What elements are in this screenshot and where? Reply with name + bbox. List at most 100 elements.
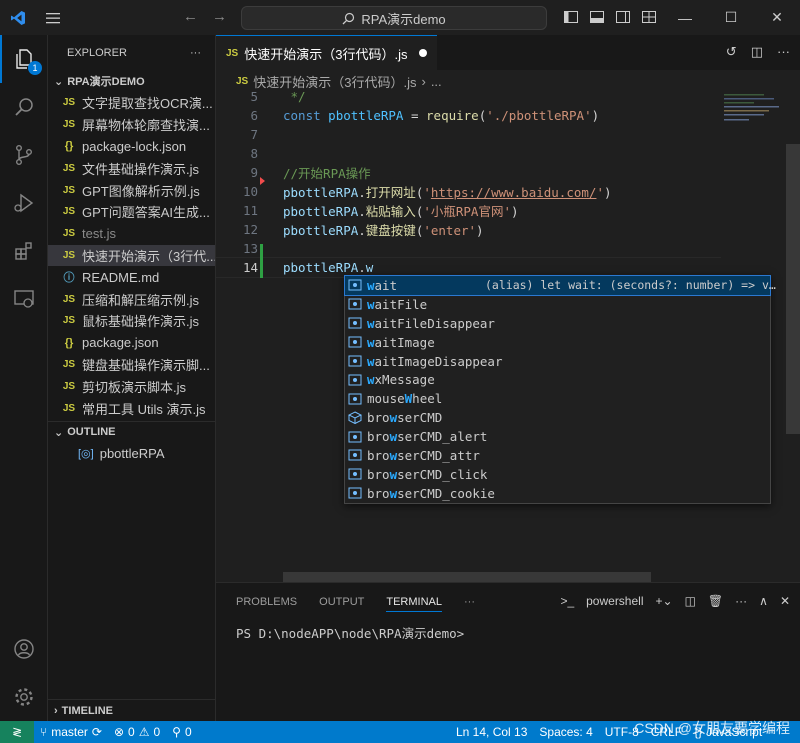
tab-output[interactable]: OUTPUT bbox=[319, 596, 364, 608]
outline-item[interactable]: [◎] pbottleRPA bbox=[48, 443, 215, 465]
suggestion-item[interactable]: w aitFile bbox=[345, 295, 770, 314]
suggestion-item[interactable]: bro w serCMD_alert bbox=[345, 427, 770, 446]
unsaved-dot-icon[interactable] bbox=[419, 49, 428, 57]
run-debug-icon[interactable] bbox=[0, 179, 48, 227]
code-text: pbottleRPA.键盘按键('enter') bbox=[283, 220, 484, 239]
accounts-icon[interactable] bbox=[0, 625, 48, 673]
file-item[interactable]: JS 常用工具 Utils 演示.js bbox=[48, 397, 215, 419]
suggestion-item[interactable]: w aitFileDisappear bbox=[345, 314, 770, 333]
file-name: 屏幕物体轮廓查找演... bbox=[82, 118, 210, 134]
file-item[interactable]: JS 屏幕物体轮廓查找演... bbox=[48, 114, 215, 136]
toggle-sidebar-icon[interactable] bbox=[563, 9, 579, 25]
suggestion-item[interactable]: bro w serCMD_cookie bbox=[345, 484, 770, 503]
field-icon bbox=[347, 448, 363, 462]
ports-indicator[interactable]: ⚲ 0 bbox=[166, 725, 197, 739]
tab-terminal[interactable]: TERMINAL bbox=[386, 596, 442, 612]
tab-label: 快速开始演示（3行代码）.js bbox=[244, 46, 408, 62]
maximize-panel-icon[interactable]: ∧ bbox=[759, 594, 768, 608]
maximize-icon[interactable]: ☐ bbox=[708, 0, 754, 35]
tab-active-file[interactable]: JS 快速开始演示（3行代码）.js bbox=[216, 35, 438, 70]
suggestion-item[interactable]: w xMessage bbox=[345, 370, 770, 389]
close-panel-icon[interactable]: ✕ bbox=[780, 594, 790, 608]
timeline-history-icon[interactable]: ↺ bbox=[726, 44, 737, 60]
extensions-icon[interactable] bbox=[0, 227, 48, 275]
toggle-secondary-sidebar-icon[interactable] bbox=[615, 9, 631, 25]
function-token: 粘贴输入 bbox=[365, 204, 416, 219]
suggestion-item-focused[interactable]: w ait (alias) let wait: (seconds?: number… bbox=[344, 275, 776, 296]
more-actions-icon[interactable]: ··· bbox=[190, 47, 201, 59]
customize-layout-icon[interactable] bbox=[641, 9, 657, 25]
panel-actions: >_ powershell +⌄ ◫ 🗑 ··· ∧ ✕ bbox=[560, 594, 790, 608]
line-number: 12 bbox=[242, 222, 258, 237]
file-item[interactable]: JS 文字提取查找OCR演... bbox=[48, 92, 215, 114]
panel-more-icon[interactable]: ··· bbox=[464, 596, 475, 608]
file-item[interactable]: JS 压缩和解压缩示例.js bbox=[48, 288, 215, 310]
file-item[interactable]: JS test.js bbox=[48, 223, 215, 245]
suggestion-label: ait bbox=[374, 277, 398, 293]
function-token: 键盘按键 bbox=[365, 223, 416, 238]
breadcrumb-more[interactable]: ... bbox=[431, 74, 442, 89]
more-actions-icon[interactable]: ··· bbox=[777, 44, 790, 60]
warning-count: 0 bbox=[153, 725, 161, 739]
file-item[interactable]: {} package-lock.json bbox=[48, 136, 215, 158]
tab-problems[interactable]: PROBLEMS bbox=[236, 596, 297, 608]
problems-counter[interactable]: ⊗ 0 ⚠ 0 bbox=[108, 725, 166, 739]
suggestion-item[interactable]: bro w serCMD bbox=[345, 408, 770, 427]
menu-hamburger-icon[interactable] bbox=[35, 0, 70, 35]
timeline-header[interactable]: › TIMELINE bbox=[48, 699, 216, 721]
file-item[interactable]: JS 剪切板演示脚本.js bbox=[48, 375, 215, 397]
split-terminal-icon[interactable]: ◫ bbox=[685, 594, 696, 608]
file-item[interactable]: JS GPT问题答案AI生成... bbox=[48, 201, 215, 223]
back-arrow-icon[interactable]: ← bbox=[183, 8, 198, 25]
minimize-icon[interactable]: — bbox=[662, 0, 708, 35]
suggestion-item[interactable]: w aitImageDisappear bbox=[345, 352, 770, 371]
source-control-icon[interactable] bbox=[0, 131, 48, 179]
indentation[interactable]: Spaces: 4 bbox=[533, 725, 598, 739]
suggestion-item[interactable]: bro w serCMD_attr bbox=[345, 446, 770, 465]
command-center-search[interactable]: RPA演示demo bbox=[241, 6, 547, 30]
file-item[interactable]: JS GPT图像解析示例.js bbox=[48, 179, 215, 201]
file-item[interactable]: ⓘ README.md bbox=[48, 266, 215, 288]
suggestion-detail: (alias) let wait: (seconds?: number) => … bbox=[485, 278, 776, 293]
file-item[interactable]: JS 键盘基础操作演示脚... bbox=[48, 354, 215, 376]
suggestion-item[interactable]: bro w serCMD_click bbox=[345, 465, 770, 484]
remote-explorer-icon[interactable] bbox=[0, 275, 48, 323]
punctuation-token: ) bbox=[591, 108, 600, 123]
forward-arrow-icon[interactable]: → bbox=[212, 8, 227, 25]
line-number: 5 bbox=[250, 92, 258, 104]
file-name: GPT问题答案AI生成... bbox=[82, 205, 210, 221]
trash-icon[interactable]: 🗑 bbox=[708, 594, 723, 608]
terminal-prompt[interactable]: PS D:\nodeAPP\node\RPA演示demo> bbox=[216, 623, 800, 642]
file-item[interactable]: JS 文件基础操作演示.js bbox=[48, 157, 215, 179]
outline-header[interactable]: ⌄ OUTLINE bbox=[48, 420, 215, 443]
suggestion-item[interactable]: mouse Wheel bbox=[345, 389, 770, 408]
folder-header[interactable]: ⌄ RPA演示DEMO bbox=[48, 70, 215, 92]
js-file-icon: JS bbox=[62, 184, 76, 196]
remote-indicator-icon[interactable]: ≷ bbox=[0, 721, 34, 743]
cursor-position[interactable]: Ln 14, Col 13 bbox=[450, 725, 533, 739]
shell-label[interactable]: powershell bbox=[586, 594, 643, 608]
new-terminal-icon[interactable]: +⌄ bbox=[656, 594, 673, 608]
vertical-scrollbar[interactable] bbox=[786, 144, 800, 434]
git-deleted-marker-icon bbox=[260, 177, 265, 185]
explorer-icon[interactable]: 1 bbox=[0, 35, 48, 83]
js-file-icon: JS bbox=[62, 358, 76, 370]
suggestion-item[interactable]: w aitImage bbox=[345, 333, 770, 352]
search-view-icon[interactable] bbox=[0, 83, 48, 131]
url-link[interactable]: https://www.baidu.com/ bbox=[431, 185, 597, 200]
breadcrumb-file[interactable]: 快速开始演示（3行代码）.js bbox=[253, 72, 416, 91]
file-item[interactable]: JS 鼠标基础操作演示.js bbox=[48, 310, 215, 332]
toggle-panel-icon[interactable] bbox=[589, 9, 605, 25]
search-label: RPA演示demo bbox=[361, 11, 446, 27]
code-line-7: 7 bbox=[216, 125, 721, 144]
file-item[interactable]: {} package.json bbox=[48, 332, 215, 354]
suggestion-match: w bbox=[389, 485, 398, 501]
git-branch[interactable]: ⑂ master ⟳ bbox=[34, 725, 108, 739]
settings-gear-icon[interactable] bbox=[0, 673, 48, 721]
panel-more-actions-icon[interactable]: ··· bbox=[735, 594, 747, 608]
horizontal-scrollbar[interactable] bbox=[283, 572, 651, 582]
split-editor-icon[interactable]: ◫ bbox=[751, 44, 763, 60]
file-item-selected[interactable]: JS 快速开始演示（3行代... bbox=[48, 244, 215, 267]
close-icon[interactable]: ✕ bbox=[754, 0, 800, 35]
line-number: 14 bbox=[242, 260, 258, 275]
